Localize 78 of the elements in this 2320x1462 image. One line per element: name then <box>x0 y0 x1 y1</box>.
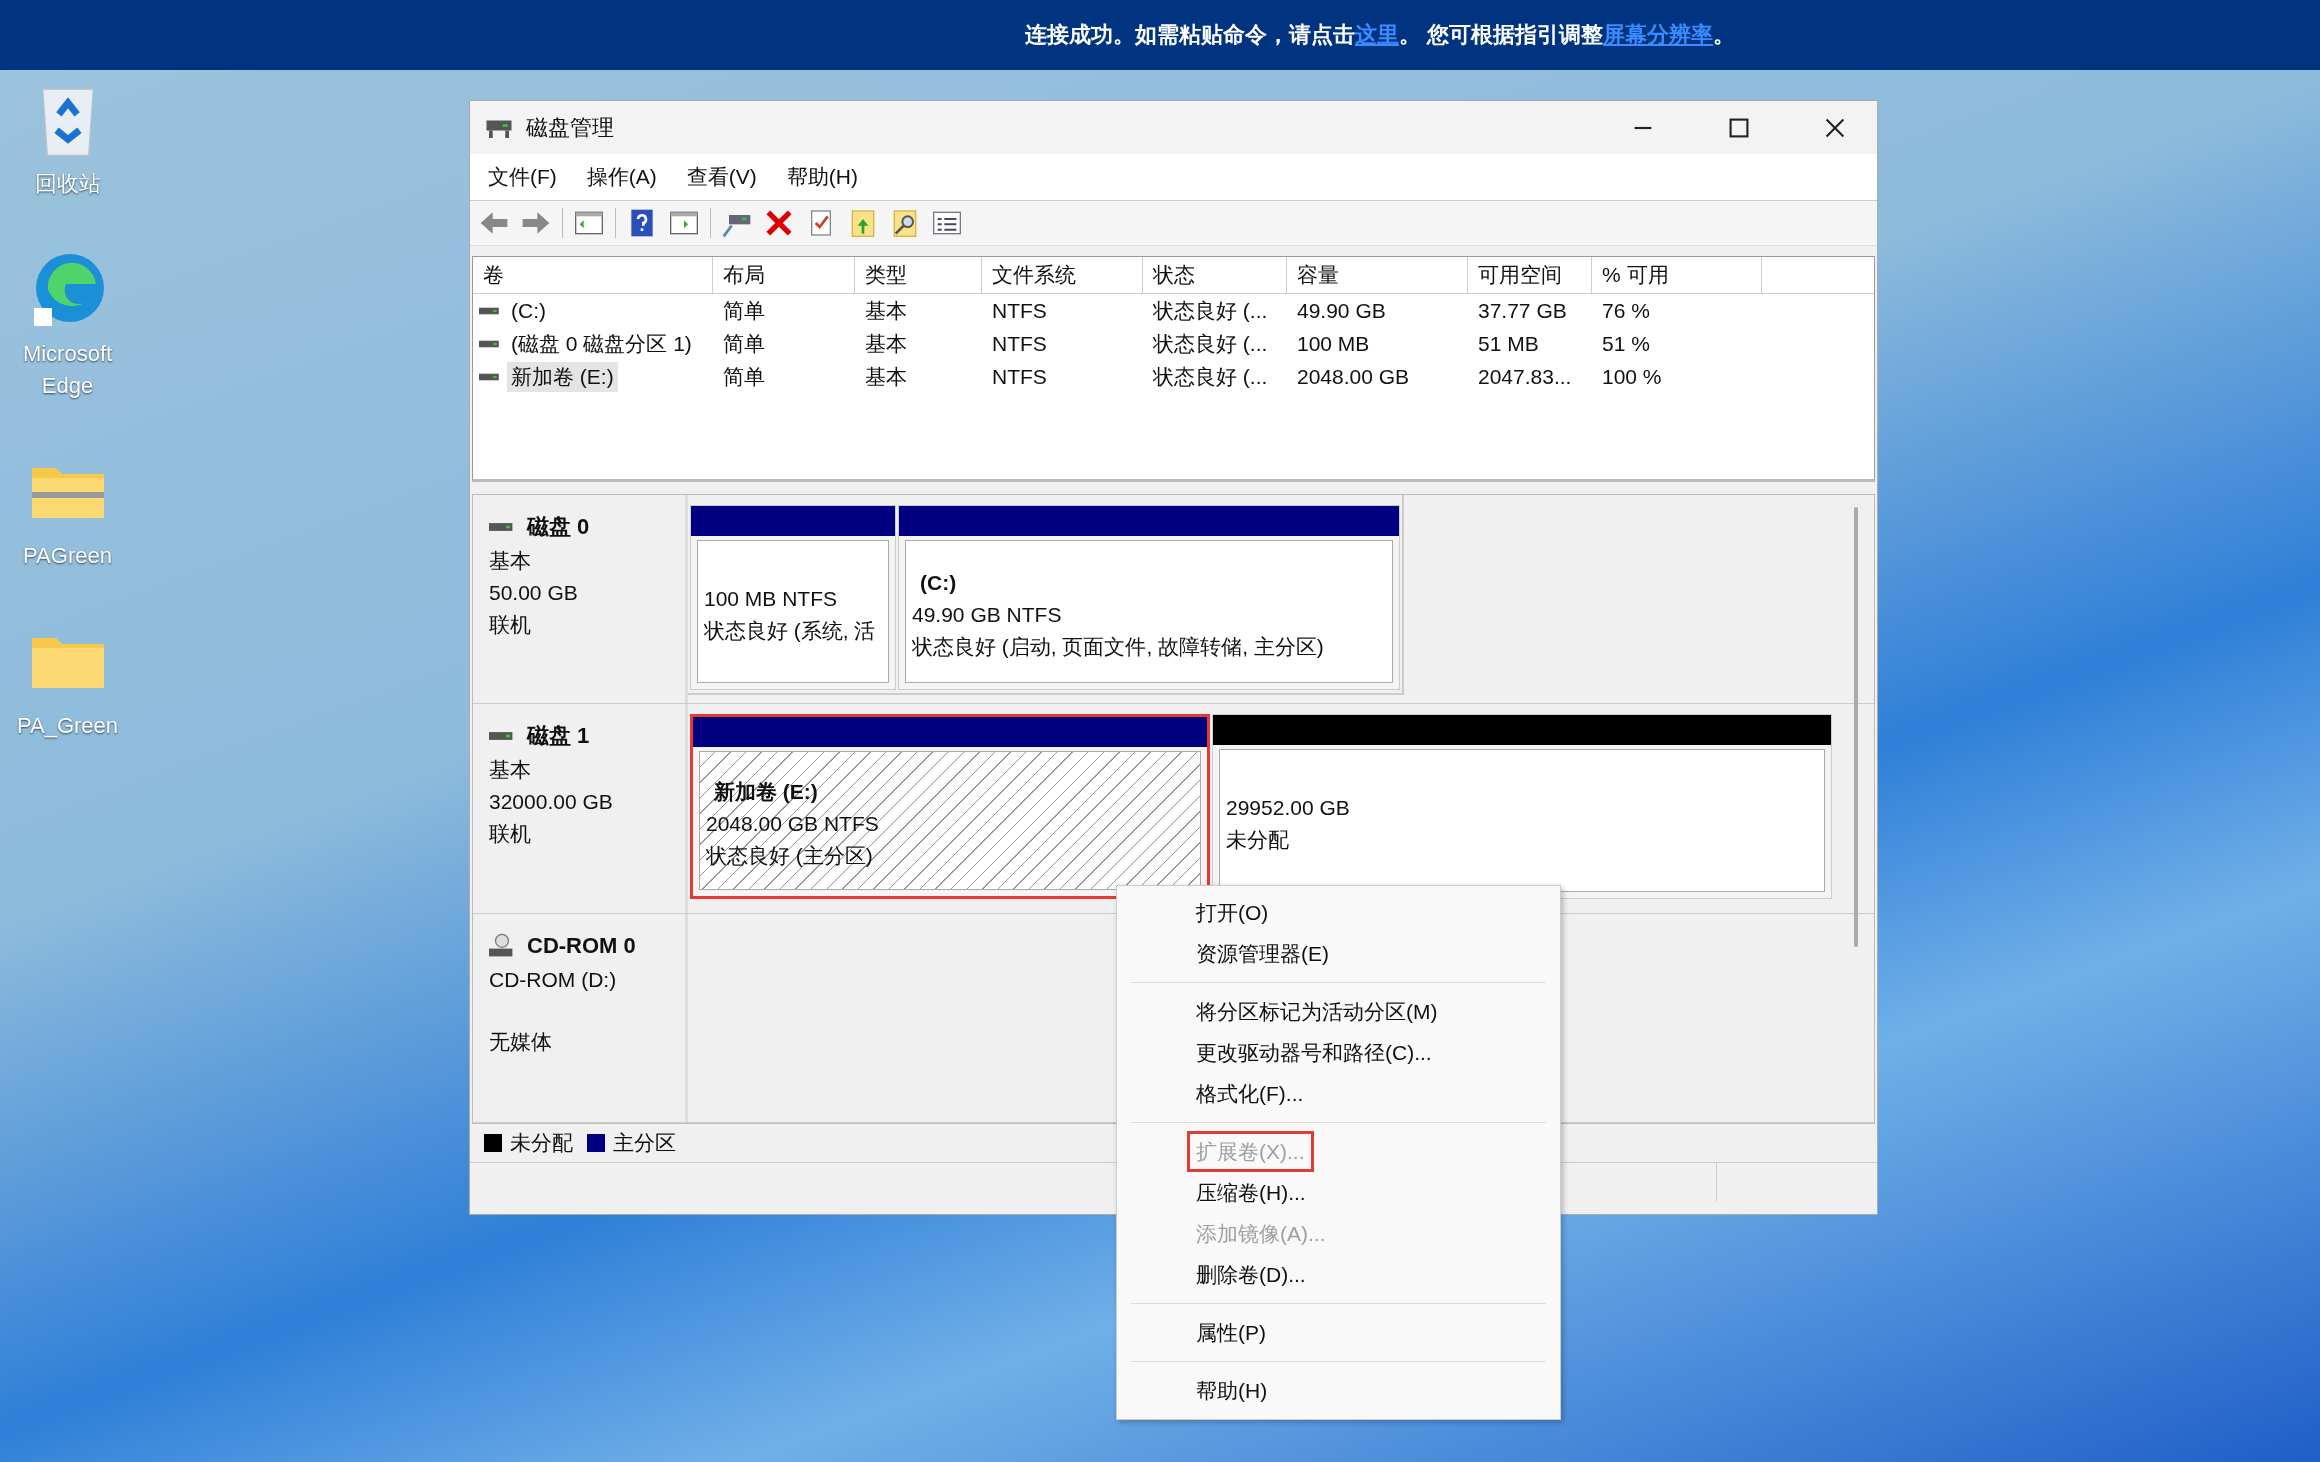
column-header[interactable]: 可用空间 <box>1468 257 1592 293</box>
partition-block[interactable]: (C:) 49.90 GB NTFS 状态良好 (启动, 页面文件, 故障转储, 主分区) <box>898 505 1400 690</box>
menu-item[interactable]: 压缩卷(H)... <box>1187 1172 1315 1213</box>
banner-message: 连接成功。如需粘贴命令，请点击这里。 您可根据指引调整屏幕分辨率。 <box>1024 21 1736 49</box>
column-header[interactable]: 状态 <box>1143 257 1287 293</box>
menu-item[interactable]: 帮助(H) <box>786 163 858 191</box>
menu-item[interactable]: 属性(P) <box>1187 1312 1275 1353</box>
partition-detail: 状态良好 (启动, 页面文件, 故障转储, 主分区) <box>912 633 1325 660</box>
drive-letter: CD-ROM (D:) <box>489 966 618 993</box>
menu-item[interactable]: 格式化(F)... <box>1187 1073 1313 1114</box>
table-cell-text: 基本 <box>864 331 908 357</box>
media-status: 无媒体 <box>489 1028 553 1055</box>
table-cell-text: 100 MB <box>1296 331 1371 357</box>
table-cell-text: 76 % <box>1601 298 1651 324</box>
partition-detail: 2048.00 GB NTFS <box>706 810 880 837</box>
table-cell-text: 简单 <box>722 331 766 357</box>
partition-block[interactable]: 100 MB NTFS 状态良好 (系统, 活 <box>690 505 896 690</box>
disk-name: CD-ROM 0 <box>527 932 636 959</box>
table-cell-text: 状态良好 (... <box>1152 364 1269 390</box>
cd-drive-icon <box>489 932 515 959</box>
table-cell-text: 状态良好 (... <box>1152 331 1269 357</box>
menu-item[interactable]: 查看(V) <box>686 163 757 191</box>
disk-name: 磁盘 1 <box>527 722 590 751</box>
table-cell-text: 49.90 GB <box>1296 298 1387 324</box>
partition-detail: 29952.00 GB <box>1226 794 1351 821</box>
column-header[interactable]: 卷 <box>473 257 713 293</box>
volume-name[interactable]: (磁盘 0 磁盘分区 1) <box>507 328 696 359</box>
banner-link[interactable]: 屏幕分辨率 <box>1603 22 1714 47</box>
table-cell-text: NTFS <box>991 364 1048 390</box>
window-title: 磁盘管理 <box>526 113 614 142</box>
menu-item[interactable]: 将分区标记为活动分区(M) <box>1187 991 1447 1032</box>
partition-detail: 状态良好 (主分区) <box>706 842 874 869</box>
legend-label: 主分区 <box>613 1130 676 1156</box>
table-cell-text: NTFS <box>991 298 1048 324</box>
legend-label: 未分配 <box>510 1130 573 1156</box>
disk-size: 32000.00 GB <box>489 789 614 816</box>
table-cell-text: 51 % <box>1601 331 1651 357</box>
partition-title: 新加卷 (E:) <box>713 778 819 805</box>
scrollbar-thumb[interactable] <box>1854 507 1858 947</box>
menu-item[interactable]: 更改驱动器号和路径(C)... <box>1187 1032 1441 1073</box>
disk-type: 基本 <box>489 757 532 784</box>
menu-item[interactable]: 文件(F) <box>488 163 557 191</box>
disk-type: 基本 <box>489 548 532 574</box>
banner-link[interactable]: 这里 <box>1354 22 1399 47</box>
drive-icon <box>489 520 515 534</box>
table-cell-text: 简单 <box>722 364 766 390</box>
disk-name: 磁盘 0 <box>527 513 590 541</box>
partition-block[interactable]: 29952.00 GB 未分配 <box>1212 714 1832 900</box>
table-cell-text: 状态良好 (... <box>1152 298 1269 324</box>
menu-item[interactable]: 帮助(H) <box>1187 1370 1277 1411</box>
column-header[interactable]: 文件系统 <box>982 257 1143 293</box>
volume-name[interactable]: 新加卷 (E:) <box>507 361 618 392</box>
table-cell-text: 51 MB <box>1477 331 1540 357</box>
partition-detail: 未分配 <box>1226 826 1290 853</box>
disk-status: 联机 <box>489 821 532 848</box>
column-header[interactable]: 布局 <box>713 257 855 293</box>
table-cell-text: 37.77 GB <box>1477 298 1568 324</box>
table-cell-text: 2048.00 GB <box>1296 364 1411 390</box>
table-cell-text: 基本 <box>864 298 908 324</box>
partition-block[interactable]: 新加卷 (E:) 2048.00 GB NTFS 状态良好 (主分区) <box>690 714 1210 900</box>
table-cell-text: 简单 <box>722 298 766 324</box>
disk-status: 联机 <box>489 612 532 638</box>
partition-detail: 100 MB NTFS <box>704 585 839 612</box>
menu-item[interactable]: 操作(A) <box>586 163 657 191</box>
menu-item[interactable]: 删除卷(D)... <box>1187 1254 1315 1295</box>
partition-title: (C:) <box>919 569 958 596</box>
column-header[interactable]: % 可用 <box>1592 257 1762 293</box>
menu-item[interactable]: 资源管理器(E) <box>1187 933 1338 974</box>
table-cell-text: 2047.83... <box>1477 364 1573 390</box>
partition-detail: 状态良好 (系统, 活 <box>704 617 877 644</box>
table-cell-text: 100 % <box>1601 364 1663 390</box>
table-cell-text: NTFS <box>991 331 1048 357</box>
disk-size: 50.00 GB <box>489 580 579 606</box>
volume-name[interactable]: (C:) <box>507 295 550 326</box>
column-header[interactable]: 容量 <box>1287 257 1468 293</box>
partition-detail: 49.90 GB NTFS <box>912 601 1063 628</box>
table-cell-text: 基本 <box>864 364 908 390</box>
column-header[interactable]: 类型 <box>855 257 982 293</box>
